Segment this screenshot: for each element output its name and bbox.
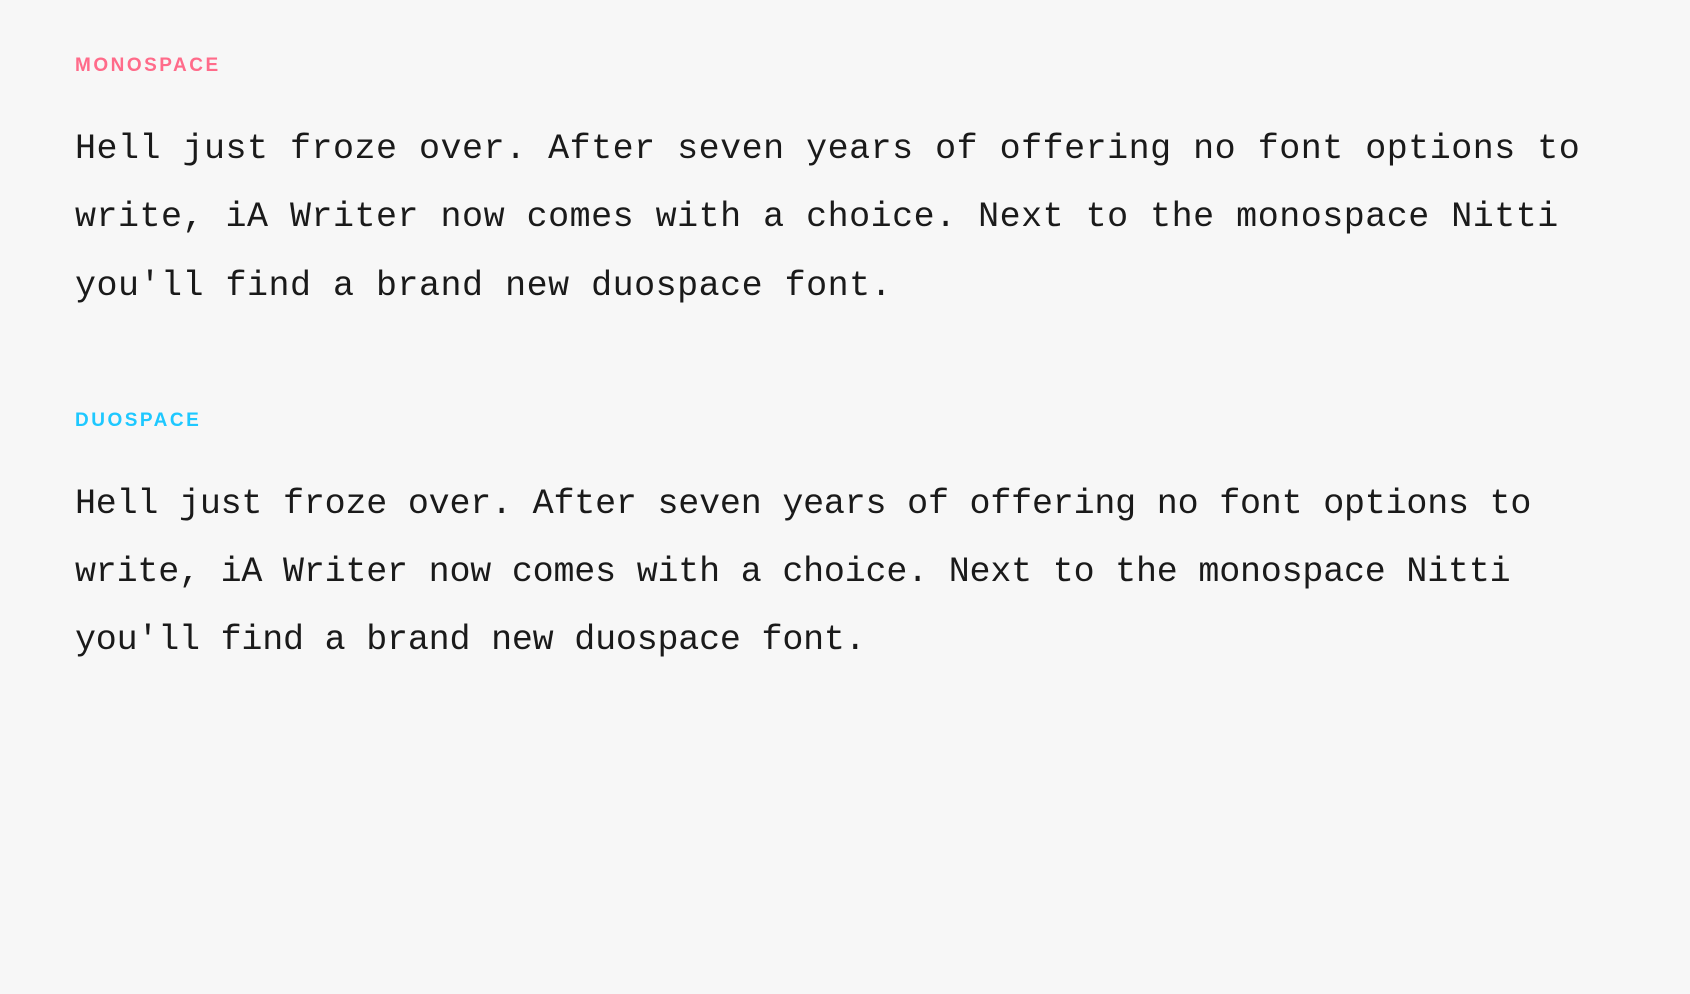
duospace-section: DUOSPACE Hell just froze over. After sev… xyxy=(75,410,1615,675)
monospace-section: MONOSPACE Hell just froze over. After se… xyxy=(75,55,1615,320)
duospace-body-text: Hell just froze over. After seven years … xyxy=(75,470,1615,675)
duospace-label: DUOSPACE xyxy=(75,410,1615,432)
monospace-label: MONOSPACE xyxy=(75,55,1615,77)
monospace-body-text: Hell just froze over. After seven years … xyxy=(75,115,1615,320)
